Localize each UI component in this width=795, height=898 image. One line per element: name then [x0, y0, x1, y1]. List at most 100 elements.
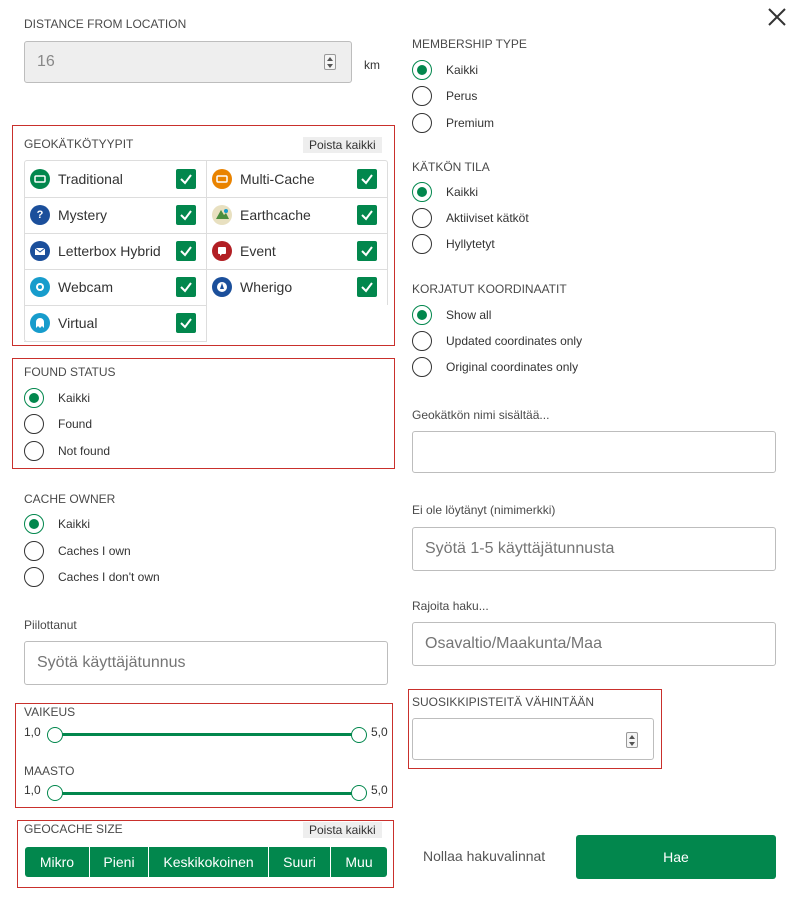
- difficulty-track[interactable]: [55, 733, 359, 736]
- cache-owner-label: CACHE OWNER: [24, 492, 116, 506]
- type-earthcache-label: Earthcache: [240, 207, 311, 223]
- close-icon[interactable]: [766, 6, 788, 28]
- not-found-by-input[interactable]: [412, 527, 776, 571]
- found-status-option-all[interactable]: Kaikki: [24, 387, 90, 409]
- type-mystery[interactable]: ? Mystery: [30, 197, 107, 233]
- type-multi-cache-checkbox[interactable]: [357, 169, 377, 189]
- found-status-label: FOUND STATUS: [24, 365, 116, 379]
- distance-input[interactable]: 16: [24, 41, 352, 83]
- limit-search-input[interactable]: [412, 622, 776, 666]
- radio-button[interactable]: [24, 514, 44, 534]
- coords-option-original[interactable]: Original coordinates only: [412, 356, 578, 378]
- hidden-by-input[interactable]: [24, 641, 388, 685]
- type-virtual-label: Virtual: [58, 315, 98, 331]
- radio-button[interactable]: [412, 182, 432, 202]
- type-event[interactable]: Event: [212, 233, 276, 269]
- type-webcam-label: Webcam: [58, 279, 113, 295]
- radio-button[interactable]: [24, 567, 44, 587]
- terrain-min-handle[interactable]: [47, 785, 63, 801]
- size-button-pieni[interactable]: Pieni: [90, 847, 149, 877]
- type-virtual-checkbox[interactable]: [176, 313, 196, 333]
- type-traditional-checkbox[interactable]: [176, 169, 196, 189]
- cache-owner-option-not-own[interactable]: Caches I don't own: [24, 566, 160, 588]
- type-letterbox-label: Letterbox Hybrid: [58, 243, 161, 259]
- type-multi-cache-label: Multi-Cache: [240, 171, 315, 187]
- type-wherigo-label: Wherigo: [240, 279, 293, 295]
- type-event-label: Event: [240, 243, 276, 259]
- type-wherigo-checkbox[interactable]: [357, 277, 377, 297]
- radio-button[interactable]: [412, 305, 432, 325]
- corrected-coords-label: KORJATUT KOORDINAATIT: [412, 282, 567, 296]
- min-favorites-label: SUOSIKKIPISTEITÄ VÄHINTÄÄN: [412, 695, 595, 709]
- size-button-suuri[interactable]: Suuri: [269, 847, 331, 877]
- letterbox-icon: [30, 241, 50, 261]
- type-letterbox-checkbox[interactable]: [176, 241, 196, 261]
- terrain-track[interactable]: [55, 792, 359, 795]
- radio-button[interactable]: [24, 441, 44, 461]
- type-virtual[interactable]: Virtual: [30, 305, 97, 341]
- limit-search-label: Rajoita haku...: [412, 599, 489, 613]
- radio-button[interactable]: [412, 208, 432, 228]
- terrain-max-handle[interactable]: [351, 785, 367, 801]
- name-contains-input[interactable]: [412, 431, 776, 473]
- type-letterbox-hybrid[interactable]: Letterbox Hybrid: [30, 233, 161, 269]
- type-wherigo[interactable]: Wherigo: [212, 269, 292, 305]
- radio-button[interactable]: [412, 113, 432, 133]
- radio-button[interactable]: [412, 86, 432, 106]
- membership-option-basic[interactable]: Perus: [412, 85, 477, 107]
- search-button[interactable]: Hae: [576, 835, 776, 879]
- terrain-label: MAASTO: [24, 764, 75, 778]
- terrain-max-label: 5,0: [371, 783, 388, 797]
- min-favorites-stepper[interactable]: [626, 732, 638, 748]
- size-button-mikro[interactable]: Mikro: [25, 847, 90, 877]
- hidden-by-label: Piilottanut: [24, 618, 77, 632]
- size-button-keskikokoinen[interactable]: Keskikokoinen: [149, 847, 269, 877]
- type-traditional[interactable]: Traditional: [30, 161, 123, 197]
- found-status-option-found[interactable]: Found: [24, 413, 92, 435]
- webcam-icon: [30, 277, 50, 297]
- cache-status-option-archived[interactable]: Hyllytetyt: [412, 233, 495, 255]
- earthcache-icon: [212, 205, 232, 225]
- distance-stepper[interactable]: [324, 54, 336, 70]
- membership-option-premium[interactable]: Premium: [412, 112, 494, 134]
- membership-type-label: MEMBERSHIP TYPE: [412, 37, 527, 51]
- found-status-option-not-found[interactable]: Not found: [24, 440, 110, 462]
- terrain-min-label: 1,0: [24, 783, 41, 797]
- type-traditional-label: Traditional: [58, 171, 123, 187]
- cache-owner-option-own[interactable]: Caches I own: [24, 540, 131, 562]
- type-earthcache-checkbox[interactable]: [357, 205, 377, 225]
- type-mystery-checkbox[interactable]: [176, 205, 196, 225]
- difficulty-max-label: 5,0: [371, 725, 388, 739]
- clear-types-button[interactable]: Poista kaikki: [303, 137, 382, 153]
- cache-owner-option-all[interactable]: Kaikki: [24, 513, 90, 535]
- difficulty-min-handle[interactable]: [47, 727, 63, 743]
- radio-button[interactable]: [412, 60, 432, 80]
- not-found-by-label: Ei ole löytänyt (nimimerkki): [412, 503, 556, 517]
- cache-status-option-all[interactable]: Kaikki: [412, 181, 478, 203]
- distance-unit: km: [364, 58, 380, 72]
- multi-cache-icon: [212, 169, 232, 189]
- radio-button[interactable]: [412, 331, 432, 351]
- type-webcam-checkbox[interactable]: [176, 277, 196, 297]
- min-favorites-input[interactable]: [412, 718, 654, 760]
- size-button-muu[interactable]: Muu: [331, 847, 387, 877]
- type-webcam[interactable]: Webcam: [30, 269, 113, 305]
- radio-button[interactable]: [24, 541, 44, 561]
- radio-button[interactable]: [24, 388, 44, 408]
- geocache-size-label: GEOCACHE SIZE: [24, 822, 123, 836]
- coords-option-updated[interactable]: Updated coordinates only: [412, 330, 582, 352]
- type-multi-cache[interactable]: Multi-Cache: [212, 161, 315, 197]
- cache-status-option-active[interactable]: Aktiiviset kätköt: [412, 207, 529, 229]
- membership-option-all[interactable]: Kaikki: [412, 59, 478, 81]
- clear-sizes-button[interactable]: Poista kaikki: [303, 822, 382, 838]
- radio-button[interactable]: [412, 234, 432, 254]
- reset-filters-link[interactable]: Nollaa hakuvalinnat: [423, 848, 545, 864]
- type-event-checkbox[interactable]: [357, 241, 377, 261]
- difficulty-max-handle[interactable]: [351, 727, 367, 743]
- type-earthcache[interactable]: Earthcache: [212, 197, 311, 233]
- virtual-icon: [30, 313, 50, 333]
- coords-option-show-all[interactable]: Show all: [412, 304, 491, 326]
- radio-button[interactable]: [412, 357, 432, 377]
- distance-value: 16: [37, 53, 55, 70]
- radio-button[interactable]: [24, 414, 44, 434]
